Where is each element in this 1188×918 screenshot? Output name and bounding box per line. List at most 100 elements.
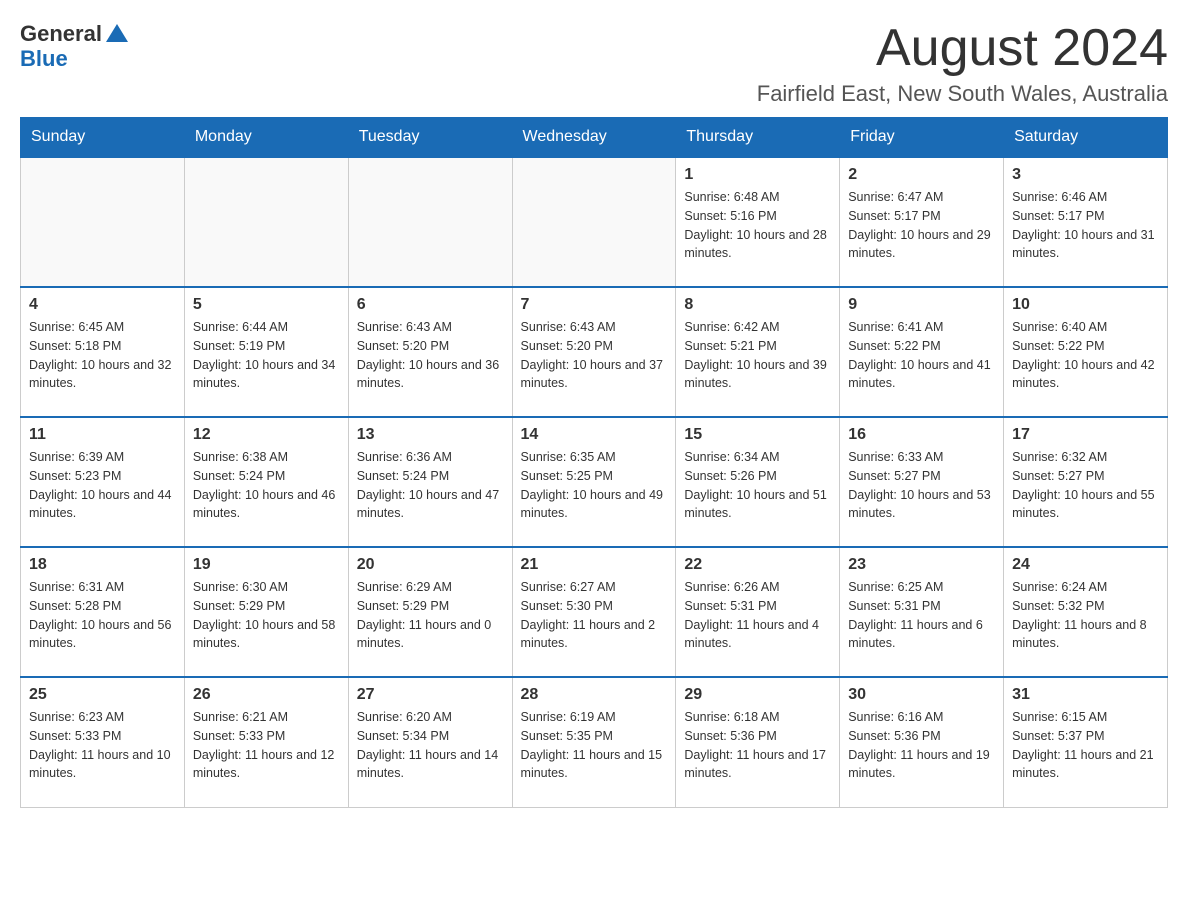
- day-info: Sunrise: 6:15 AMSunset: 5:37 PMDaylight:…: [1012, 708, 1159, 783]
- calendar-cell: 27 Sunrise: 6:20 AMSunset: 5:34 PMDayligh…: [348, 677, 512, 807]
- day-number: 11: [29, 426, 176, 444]
- day-info: Sunrise: 6:36 AMSunset: 5:24 PMDaylight:…: [357, 448, 504, 523]
- day-info: Sunrise: 6:21 AMSunset: 5:33 PMDaylight:…: [193, 708, 340, 783]
- calendar-cell: [348, 157, 512, 287]
- calendar-day-header: Thursday: [676, 118, 840, 158]
- day-info: Sunrise: 6:46 AMSunset: 5:17 PMDaylight:…: [1012, 188, 1159, 263]
- calendar-cell: 28 Sunrise: 6:19 AMSunset: 5:35 PMDayligh…: [512, 677, 676, 807]
- calendar-cell: 7 Sunrise: 6:43 AMSunset: 5:20 PMDaylight…: [512, 287, 676, 417]
- calendar-cell: 23Sunrise: 6:25 AMSunset: 5:31 PMDayligh…: [840, 547, 1004, 677]
- day-number: 26: [193, 686, 340, 704]
- calendar-cell: 12 Sunrise: 6:38 AMSunset: 5:24 PMDayligh…: [184, 417, 348, 547]
- calendar-day-header: Sunday: [21, 118, 185, 158]
- day-number: 20: [357, 556, 504, 574]
- calendar-day-header: Wednesday: [512, 118, 676, 158]
- day-number: 3: [1012, 166, 1159, 184]
- logo: General Blue: [20, 20, 128, 70]
- day-info: Sunrise: 6:43 AMSunset: 5:20 PMDaylight:…: [521, 318, 668, 393]
- calendar-cell: 30 Sunrise: 6:16 AMSunset: 5:36 PMDayligh…: [840, 677, 1004, 807]
- day-info: Sunrise: 6:18 AMSunset: 5:36 PMDaylight:…: [684, 708, 831, 783]
- logo-general-text: General: [20, 23, 102, 45]
- day-number: 30: [848, 686, 995, 704]
- day-number: 2: [848, 166, 995, 184]
- calendar-cell: [184, 157, 348, 287]
- day-number: 28: [521, 686, 668, 704]
- day-number: 5: [193, 296, 340, 314]
- calendar-cell: 13 Sunrise: 6:36 AMSunset: 5:24 PMDayligh…: [348, 417, 512, 547]
- day-number: 1: [684, 166, 831, 184]
- calendar-cell: 19Sunrise: 6:30 AMSunset: 5:29 PMDayligh…: [184, 547, 348, 677]
- calendar-cell: [512, 157, 676, 287]
- calendar-cell: 4Sunrise: 6:45 AMSunset: 5:18 PMDaylight…: [21, 287, 185, 417]
- day-info: Sunrise: 6:20 AMSunset: 5:34 PMDaylight:…: [357, 708, 504, 783]
- day-number: 15: [684, 426, 831, 444]
- day-info: Sunrise: 6:48 AMSunset: 5:16 PMDaylight:…: [684, 188, 831, 263]
- calendar-cell: 18 Sunrise: 6:31 AMSunset: 5:28 PMDayligh…: [21, 547, 185, 677]
- day-info: Sunrise: 6:44 AMSunset: 5:19 PMDaylight:…: [193, 318, 340, 393]
- day-number: 18: [29, 556, 176, 574]
- calendar-cell: 25 Sunrise: 6:23 AMSunset: 5:33 PMDayligh…: [21, 677, 185, 807]
- day-info: Sunrise: 6:38 AMSunset: 5:24 PMDaylight:…: [193, 448, 340, 523]
- day-number: 16: [848, 426, 995, 444]
- day-number: 9: [848, 296, 995, 314]
- location-subtitle: Fairfield East, New South Wales, Austral…: [757, 81, 1168, 107]
- calendar-cell: 11 Sunrise: 6:39 AMSunset: 5:23 PMDayligh…: [21, 417, 185, 547]
- day-number: 6: [357, 296, 504, 314]
- day-number: 13: [357, 426, 504, 444]
- day-number: 10: [1012, 296, 1159, 314]
- calendar-cell: 21Sunrise: 6:27 AMSunset: 5:30 PMDayligh…: [512, 547, 676, 677]
- day-number: 29: [684, 686, 831, 704]
- day-number: 17: [1012, 426, 1159, 444]
- calendar-day-header: Monday: [184, 118, 348, 158]
- logo-triangle-icon: [106, 22, 128, 44]
- day-info: Sunrise: 6:34 AMSunset: 5:26 PMDaylight:…: [684, 448, 831, 523]
- day-number: 14: [521, 426, 668, 444]
- calendar-cell: 17 Sunrise: 6:32 AMSunset: 5:27 PMDayligh…: [1004, 417, 1168, 547]
- day-number: 22: [684, 556, 831, 574]
- calendar-day-header: Tuesday: [348, 118, 512, 158]
- calendar-cell: 16Sunrise: 6:33 AMSunset: 5:27 PMDayligh…: [840, 417, 1004, 547]
- calendar-week-row: 18 Sunrise: 6:31 AMSunset: 5:28 PMDayligh…: [21, 547, 1168, 677]
- calendar-cell: 15 Sunrise: 6:34 AMSunset: 5:26 PMDayligh…: [676, 417, 840, 547]
- calendar-header-row: SundayMondayTuesdayWednesdayThursdayFrid…: [21, 118, 1168, 158]
- day-info: Sunrise: 6:16 AMSunset: 5:36 PMDaylight:…: [848, 708, 995, 783]
- day-info: Sunrise: 6:19 AMSunset: 5:35 PMDaylight:…: [521, 708, 668, 783]
- calendar-cell: 24Sunrise: 6:24 AMSunset: 5:32 PMDayligh…: [1004, 547, 1168, 677]
- day-number: 12: [193, 426, 340, 444]
- day-info: Sunrise: 6:35 AMSunset: 5:25 PMDaylight:…: [521, 448, 668, 523]
- day-number: 4: [29, 296, 176, 314]
- day-info: Sunrise: 6:41 AMSunset: 5:22 PMDaylight:…: [848, 318, 995, 393]
- day-info: Sunrise: 6:24 AMSunset: 5:32 PMDaylight:…: [1012, 578, 1159, 653]
- day-number: 27: [357, 686, 504, 704]
- day-info: Sunrise: 6:31 AMSunset: 5:28 PMDaylight:…: [29, 578, 176, 653]
- calendar-cell: 3 Sunrise: 6:46 AMSunset: 5:17 PMDaylight…: [1004, 157, 1168, 287]
- day-info: Sunrise: 6:47 AMSunset: 5:17 PMDaylight:…: [848, 188, 995, 263]
- day-number: 31: [1012, 686, 1159, 704]
- day-info: Sunrise: 6:42 AMSunset: 5:21 PMDaylight:…: [684, 318, 831, 393]
- day-info: Sunrise: 6:29 AMSunset: 5:29 PMDaylight:…: [357, 578, 504, 653]
- calendar-cell: 2 Sunrise: 6:47 AMSunset: 5:17 PMDaylight…: [840, 157, 1004, 287]
- calendar-cell: 26 Sunrise: 6:21 AMSunset: 5:33 PMDayligh…: [184, 677, 348, 807]
- day-info: Sunrise: 6:39 AMSunset: 5:23 PMDaylight:…: [29, 448, 176, 523]
- calendar-week-row: 11 Sunrise: 6:39 AMSunset: 5:23 PMDayligh…: [21, 417, 1168, 547]
- day-number: 7: [521, 296, 668, 314]
- day-info: Sunrise: 6:23 AMSunset: 5:33 PMDaylight:…: [29, 708, 176, 783]
- calendar-table: SundayMondayTuesdayWednesdayThursdayFrid…: [20, 117, 1168, 808]
- calendar-cell: 10 Sunrise: 6:40 AMSunset: 5:22 PMDayligh…: [1004, 287, 1168, 417]
- day-info: Sunrise: 6:43 AMSunset: 5:20 PMDaylight:…: [357, 318, 504, 393]
- calendar-cell: 9 Sunrise: 6:41 AMSunset: 5:22 PMDaylight…: [840, 287, 1004, 417]
- calendar-cell: 20 Sunrise: 6:29 AMSunset: 5:29 PMDayligh…: [348, 547, 512, 677]
- calendar-week-row: 1 Sunrise: 6:48 AMSunset: 5:16 PMDaylight…: [21, 157, 1168, 287]
- calendar-cell: 5 Sunrise: 6:44 AMSunset: 5:19 PMDaylight…: [184, 287, 348, 417]
- calendar-week-row: 4Sunrise: 6:45 AMSunset: 5:18 PMDaylight…: [21, 287, 1168, 417]
- day-number: 25: [29, 686, 176, 704]
- calendar-cell: 14 Sunrise: 6:35 AMSunset: 5:25 PMDayligh…: [512, 417, 676, 547]
- calendar-cell: 31 Sunrise: 6:15 AMSunset: 5:37 PMDayligh…: [1004, 677, 1168, 807]
- day-info: Sunrise: 6:27 AMSunset: 5:30 PMDaylight:…: [521, 578, 668, 653]
- calendar-cell: 22Sunrise: 6:26 AMSunset: 5:31 PMDayligh…: [676, 547, 840, 677]
- month-year-title: August 2024: [757, 20, 1168, 77]
- day-info: Sunrise: 6:40 AMSunset: 5:22 PMDaylight:…: [1012, 318, 1159, 393]
- day-info: Sunrise: 6:32 AMSunset: 5:27 PMDaylight:…: [1012, 448, 1159, 523]
- day-info: Sunrise: 6:30 AMSunset: 5:29 PMDaylight:…: [193, 578, 340, 653]
- page-header: General Blue August 2024 Fairfield East,…: [20, 20, 1168, 107]
